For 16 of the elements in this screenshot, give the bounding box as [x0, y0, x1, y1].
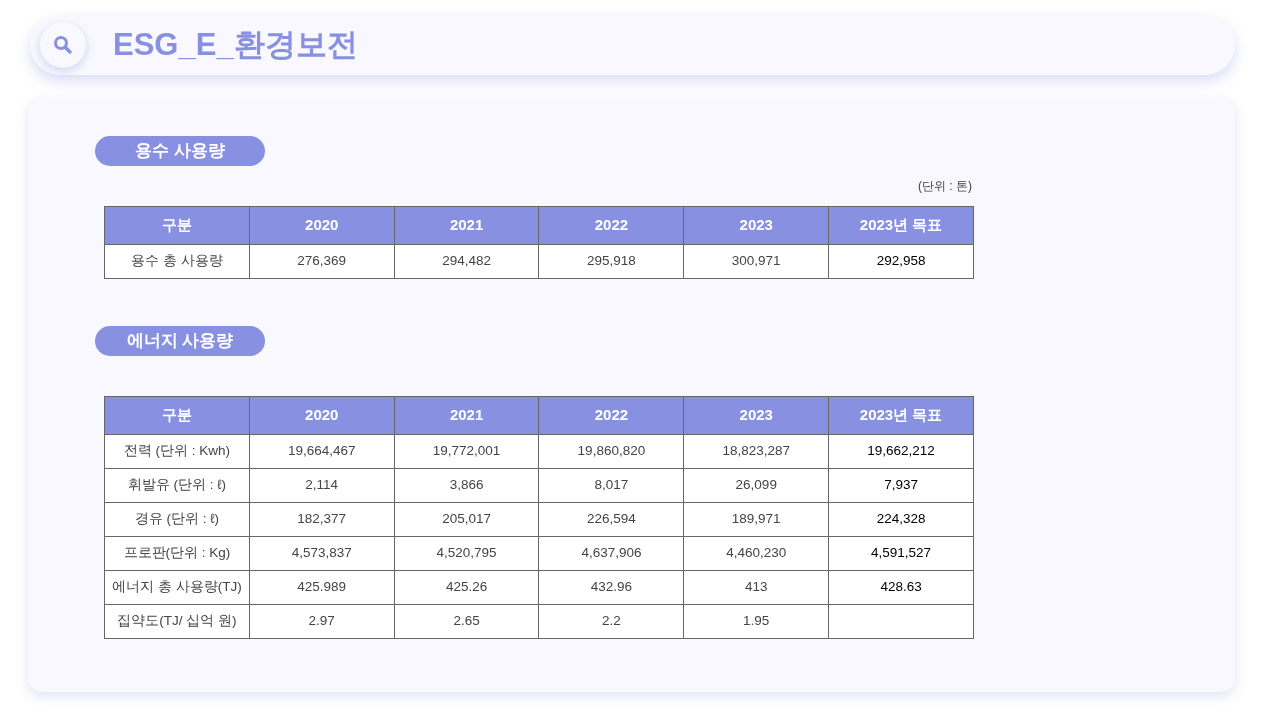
table-cell: 집약도(TJ/ 십억 원) — [105, 605, 250, 639]
section-heading: 에너지 사용량 — [95, 326, 265, 356]
table-cell: 276,369 — [249, 245, 395, 279]
table-cell: 1.95 — [684, 605, 830, 639]
table-cell: 295,918 — [539, 245, 685, 279]
table-cell: 2.2 — [539, 605, 685, 639]
page-title: ESG_E_환경보전 — [113, 25, 358, 64]
table-cell: 294,482 — [394, 245, 540, 279]
table-cell: 2.97 — [249, 605, 395, 639]
table-cell: 용수 총 사용량 — [105, 245, 250, 279]
section-heading: 용수 사용량 — [95, 136, 265, 166]
unit-label: (단위 : 톤) — [918, 178, 972, 195]
table-cell: 300,971 — [684, 245, 830, 279]
search-icon — [40, 22, 86, 68]
table-cell: 2.65 — [394, 605, 540, 639]
table-cell: 292,958 — [829, 245, 974, 279]
